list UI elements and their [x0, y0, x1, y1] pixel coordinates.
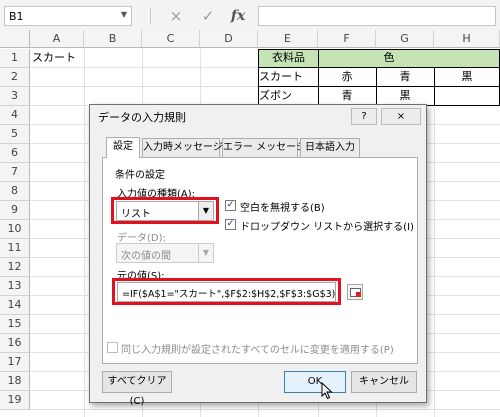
source-input[interactable]: =IF($A$1="スカート",$F$2:$H$2,$F$3:$G$3): [117, 282, 336, 302]
row-header[interactable]: 3: [0, 87, 30, 106]
row-header[interactable]: 11: [0, 239, 30, 258]
dialog-title: データの入力規則: [98, 111, 186, 124]
name-box-value: B1: [9, 10, 24, 23]
clear-all-button[interactable]: すべてクリア(C): [102, 371, 172, 407]
cancel-icon[interactable]: ×: [164, 6, 188, 26]
cell-f1-merged[interactable]: 色: [319, 49, 459, 67]
ok-button[interactable]: OK: [284, 371, 346, 393]
cancel-button[interactable]: キャンセル: [351, 371, 417, 393]
row-header[interactable]: 6: [0, 144, 30, 163]
data-select: 次の値の間 ▼: [116, 243, 214, 263]
column-header-f[interactable]: F: [318, 30, 376, 48]
formula-input[interactable]: [258, 6, 496, 26]
separator: [150, 8, 151, 24]
name-box[interactable]: B1 ▼: [4, 6, 132, 26]
column-header-g[interactable]: G: [376, 30, 434, 48]
row-header[interactable]: 18: [0, 372, 30, 391]
mouse-cursor-icon: [321, 382, 333, 400]
cell-f2[interactable]: 赤: [318, 68, 376, 86]
tab-settings[interactable]: 設定: [106, 137, 140, 158]
allow-select[interactable]: リスト ▼: [116, 201, 214, 221]
cell-g2[interactable]: 青: [376, 68, 434, 86]
column-header-h[interactable]: H: [434, 30, 500, 48]
section-title: 条件の設定: [115, 170, 165, 181]
row-header[interactable]: 16: [0, 334, 30, 353]
data-label: データ(D):: [117, 233, 166, 244]
tab-ime[interactable]: 日本語入力: [300, 138, 360, 158]
insert-function-icon[interactable]: fx: [226, 6, 250, 26]
column-header-e[interactable]: E: [258, 30, 318, 48]
row-header[interactable]: 17: [0, 353, 30, 372]
column-header-d[interactable]: D: [200, 30, 258, 48]
close-button[interactable]: ×: [381, 108, 421, 125]
in-cell-dropdown-label: ドロップダウン リストから選択する(I): [240, 222, 414, 233]
column-header-b[interactable]: B: [84, 30, 142, 48]
tab-error-message[interactable]: エラー メッセージ: [222, 138, 306, 158]
row-header[interactable]: 14: [0, 296, 30, 315]
apply-all-label: 同じ入力規則が設定されたすべてのセルに変更を適用する(P): [121, 345, 394, 356]
row-header[interactable]: 13: [0, 277, 30, 296]
cell-e2[interactable]: スカート: [258, 68, 318, 86]
row-header[interactable]: 2: [0, 68, 30, 87]
data-validation-dialog: データの入力規則 ? × 設定 入力時メッセージ エラー メッセージ 日本語入力…: [89, 104, 427, 407]
range-select-icon[interactable]: [347, 284, 363, 300]
row-header[interactable]: 8: [0, 182, 30, 201]
row-header[interactable]: 10: [0, 220, 30, 239]
cell-a1[interactable]: スカート: [30, 49, 84, 67]
apply-all-checkbox: [107, 342, 118, 353]
allow-select-value: リスト: [121, 209, 151, 220]
chevron-down-icon[interactable]: ▼: [121, 10, 127, 19]
row-header[interactable]: 12: [0, 258, 30, 277]
ignore-blank-label: 空白を無視する(B): [240, 203, 325, 214]
row-header[interactable]: 4: [0, 106, 30, 125]
formula-bar: B1 ▼ × ✓ fx: [0, 0, 500, 31]
column-headers: A B C D E F G H: [0, 30, 500, 49]
row-header[interactable]: 15: [0, 315, 30, 334]
row-header[interactable]: 9: [0, 201, 30, 220]
row-header[interactable]: 1: [0, 49, 30, 68]
cell-e1[interactable]: 衣料品: [259, 49, 318, 67]
column-header-a[interactable]: A: [30, 30, 84, 48]
cell-g3[interactable]: 黒: [376, 87, 434, 105]
select-all-corner[interactable]: [0, 30, 30, 48]
cell-h2[interactable]: 黒: [434, 68, 500, 86]
enter-icon[interactable]: ✓: [196, 6, 220, 26]
in-cell-dropdown-checkbox[interactable]: ✓: [225, 219, 236, 230]
settings-panel: 条件の設定 入力値の種類(A): リスト ▼ ✓ 空白を無視する(B) ✓ ドロ…: [102, 157, 418, 364]
tab-input-message[interactable]: 入力時メッセージ: [142, 138, 223, 158]
chevron-down-icon: ▼: [198, 244, 213, 262]
cell-f3[interactable]: 青: [318, 87, 376, 105]
help-button[interactable]: ?: [351, 108, 377, 125]
row-header[interactable]: 7: [0, 163, 30, 182]
chevron-down-icon[interactable]: ▼: [198, 202, 213, 220]
cell-e3[interactable]: ズボン: [258, 87, 318, 105]
ignore-blank-checkbox[interactable]: ✓: [225, 200, 236, 211]
column-header-c[interactable]: C: [142, 30, 200, 48]
row-header[interactable]: 19: [0, 391, 30, 410]
data-select-value: 次の値の間: [121, 251, 171, 262]
cell-h1-fill[interactable]: [459, 49, 500, 67]
row-header[interactable]: 5: [0, 125, 30, 144]
